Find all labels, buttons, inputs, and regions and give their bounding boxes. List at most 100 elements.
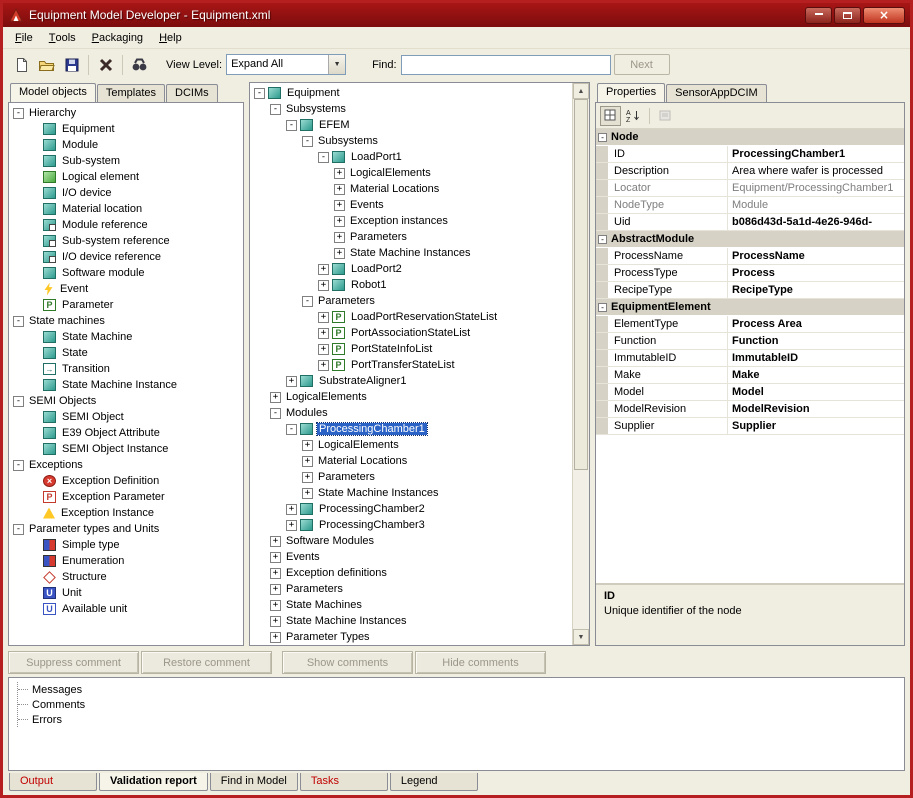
expand-icon[interactable]: + [270, 600, 281, 611]
expand-icon[interactable]: + [286, 520, 297, 531]
tree-item-label[interactable]: State Machines [284, 599, 364, 611]
expand-icon[interactable]: + [318, 328, 329, 339]
tree-item-logicalelements[interactable]: +LogicalElements [250, 437, 572, 453]
expand-icon[interactable]: + [302, 472, 313, 483]
tree-item-label[interactable]: PortTransferStateList [349, 359, 457, 371]
tree-item-label[interactable]: PortAssociationStateList [349, 327, 472, 339]
tree-item-label[interactable]: I/O device [60, 187, 114, 199]
tree-item-label[interactable]: Module [60, 139, 100, 151]
expand-icon[interactable]: + [318, 280, 329, 291]
property-value[interactable]: Module [728, 197, 904, 213]
property-row-make[interactable]: MakeMake [596, 367, 904, 384]
tree-item-equipment[interactable]: -Equipment [250, 85, 572, 101]
property-row-elementtype[interactable]: ElementTypeProcess Area [596, 316, 904, 333]
tree-item-label[interactable]: Material Locations [316, 455, 409, 467]
tree-item-parameter[interactable]: PParameter [9, 297, 243, 313]
tab-validation-report[interactable]: Validation report [99, 773, 208, 791]
tree-item-label[interactable]: State machines [27, 315, 107, 327]
tree-item-label[interactable]: State Machine [60, 331, 134, 343]
tab-dcims[interactable]: DCIMs [166, 84, 218, 102]
tree-item-label[interactable]: Parameters [348, 231, 409, 243]
tree-item-modules[interactable]: -Modules [250, 405, 572, 421]
property-value[interactable]: b086d43d-5a1d-4e26-946d- [728, 214, 904, 230]
tree-item-label[interactable]: Subsystems [316, 135, 380, 147]
tree-item-processingchamber2[interactable]: +ProcessingChamber2 [250, 501, 572, 517]
tree-item-label[interactable]: LoadPortReservationStateList [349, 311, 499, 323]
expand-icon[interactable]: + [334, 248, 345, 259]
tree-item-exception-definitions[interactable]: +Exception definitions [250, 565, 572, 581]
tree-item-module-reference[interactable]: Module reference [9, 217, 243, 233]
tree-item-sub-system[interactable]: Sub-system [9, 153, 243, 169]
expand-icon[interactable]: + [302, 440, 313, 451]
expand-icon[interactable]: + [334, 200, 345, 211]
tree-item-label[interactable]: Structure [60, 571, 109, 583]
tree-item-unit[interactable]: UUnit [9, 585, 243, 601]
expand-icon[interactable]: + [270, 552, 281, 563]
tree-item-label[interactable]: State Machine Instance [60, 379, 179, 391]
tree-item-label[interactable]: Equipment [60, 123, 117, 135]
property-row-nodetype[interactable]: NodeTypeModule [596, 197, 904, 214]
tree-item-efem[interactable]: -EFEM [250, 117, 572, 133]
collapse-icon[interactable]: - [13, 524, 24, 535]
tree-item-label[interactable]: Exception Parameter [60, 491, 167, 503]
collapse-icon[interactable]: - [254, 88, 265, 99]
tab-legend[interactable]: Legend [390, 773, 478, 791]
tree-item-label[interactable]: Event [58, 283, 90, 295]
expand-icon[interactable]: + [270, 584, 281, 595]
expand-icon[interactable]: + [334, 216, 345, 227]
tree-item-label[interactable]: Software Modules [284, 535, 376, 547]
minimize-button[interactable] [805, 7, 832, 24]
tree-item-state-machine-instance[interactable]: State Machine Instance [9, 377, 243, 393]
tree-item-label[interactable]: Hierarchy [27, 107, 78, 119]
tree-item-semi-object[interactable]: SEMI Object [9, 409, 243, 425]
tree-item-state-machines[interactable]: +State Machines [250, 597, 572, 613]
tree-item-exception-parameter[interactable]: PException Parameter [9, 489, 243, 505]
tree-item-processingchamber1[interactable]: -ProcessingChamber1 [250, 421, 572, 437]
expand-icon[interactable]: + [334, 184, 345, 195]
tree-item-label[interactable]: Parameters [316, 295, 377, 307]
tree-item-label[interactable]: SEMI Objects [27, 395, 98, 407]
tree-item-parameter-types[interactable]: +Parameter Types [250, 629, 572, 645]
expand-icon[interactable]: + [334, 168, 345, 179]
find-button[interactable] [127, 52, 152, 77]
tree-item-label[interactable]: Software module [60, 267, 147, 279]
tree-item-state-machine[interactable]: State Machine [9, 329, 243, 345]
tree-item-label[interactable]: ProcessingChamber2 [317, 503, 427, 515]
property-value[interactable]: Function [728, 333, 904, 349]
tree-item-events[interactable]: +Events [250, 549, 572, 565]
tab-templates[interactable]: Templates [97, 84, 165, 102]
menu-packaging[interactable]: Packaging [84, 27, 151, 48]
property-row-immutableid[interactable]: ImmutableIDImmutableID [596, 350, 904, 367]
tree-item-label[interactable]: Parameter types and Units [27, 523, 161, 535]
view-level-select[interactable]: Expand All ▼ [226, 54, 346, 75]
tree-item-label[interactable]: Sub-system reference [60, 235, 172, 247]
scroll-down-icon[interactable]: ▼ [573, 629, 589, 645]
tree-item-subsystems[interactable]: -Subsystems [250, 133, 572, 149]
tree-item-label[interactable]: Events [348, 199, 386, 211]
vertical-scrollbar[interactable]: ▲ ▼ [572, 83, 589, 645]
expand-icon[interactable]: + [334, 232, 345, 243]
tree-item-label[interactable]: Module reference [60, 219, 150, 231]
property-row-function[interactable]: FunctionFunction [596, 333, 904, 350]
tree-item-label[interactable]: Parameters [284, 583, 345, 595]
tree-item-label[interactable]: Logical element [60, 171, 141, 183]
tree-item-label[interactable]: LoadPort2 [349, 263, 404, 275]
property-row-modelrevision[interactable]: ModelRevisionModelRevision [596, 401, 904, 418]
collapse-icon[interactable]: - [318, 152, 329, 163]
scroll-thumb[interactable] [574, 99, 588, 470]
tree-item-module[interactable]: Module [9, 137, 243, 153]
tree-item-state-machine-instances[interactable]: +State Machine Instances [250, 245, 572, 261]
menu-file[interactable]: File [7, 27, 41, 48]
tree-item-exceptions[interactable]: -Exceptions [9, 457, 243, 473]
tree-item-loadport2[interactable]: +LoadPort2 [250, 261, 572, 277]
tree-item-material-locations[interactable]: +Material Locations [250, 181, 572, 197]
collapse-icon[interactable]: - [270, 104, 281, 115]
property-value[interactable]: RecipeType [728, 282, 904, 298]
tab-tasks[interactable]: Tasks [300, 773, 388, 791]
property-value[interactable]: ImmutableID [728, 350, 904, 366]
tree-item-label[interactable]: State [60, 347, 90, 359]
tree-item-label[interactable]: Events [284, 551, 322, 563]
tree-item-parameters[interactable]: +Parameters [250, 469, 572, 485]
tree-item-logical-element[interactable]: Logical element [9, 169, 243, 185]
property-category-equipmentelement[interactable]: -EquipmentElement [596, 299, 904, 316]
